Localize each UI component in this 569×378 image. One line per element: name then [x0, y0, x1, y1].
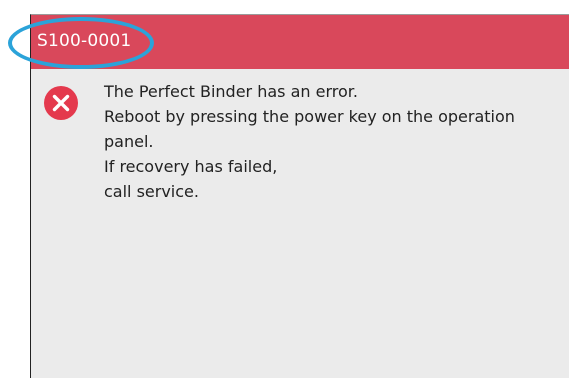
error-header-bar: S100-0001 [31, 15, 569, 69]
message-line: panel. [104, 132, 154, 151]
message-line: Reboot by pressing the power key on the … [104, 107, 515, 126]
message-line: The Perfect Binder has an error. [104, 82, 358, 101]
message-line: If recovery has failed, [104, 157, 278, 176]
message-line: call service. [104, 182, 199, 201]
error-code-label: S100-0001 [37, 31, 132, 51]
error-x-icon [44, 86, 78, 120]
error-message: The Perfect Binder has an error. Reboot … [104, 79, 564, 204]
